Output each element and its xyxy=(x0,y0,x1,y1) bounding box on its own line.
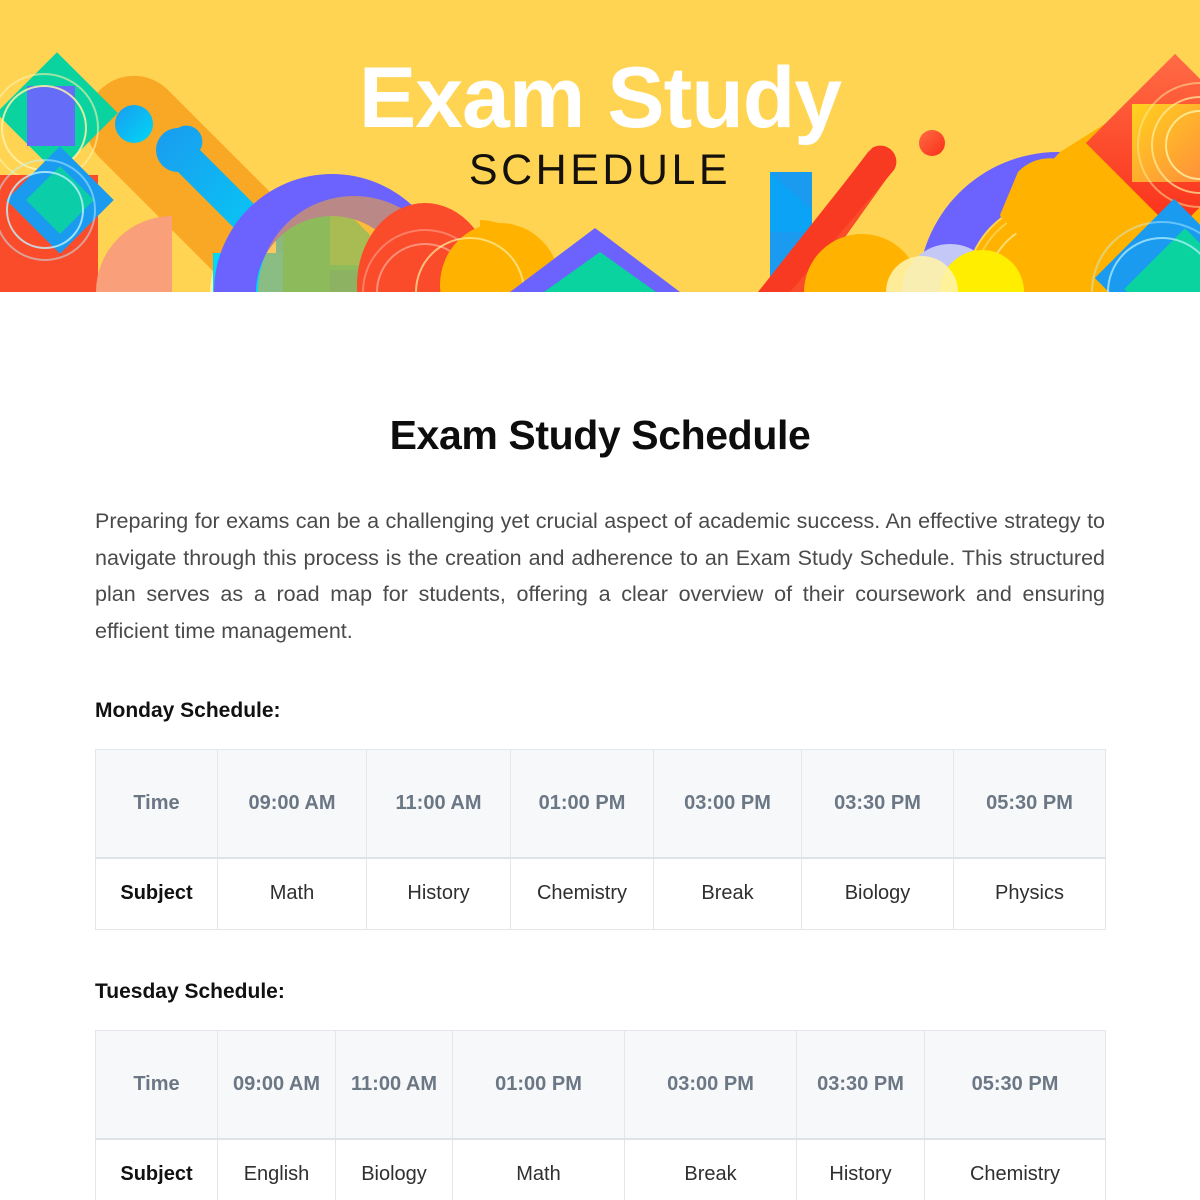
banner-title-group: Exam Study SCHEDULE xyxy=(0,50,1200,195)
time-cell: 11:00 AM xyxy=(335,1030,453,1140)
subject-cell: Math xyxy=(452,1138,625,1200)
time-label-cell: Time xyxy=(95,749,218,859)
table-row-subjects: Subject English Biology Math Break Histo… xyxy=(95,1138,1106,1200)
monday-schedule-heading: Monday Schedule: xyxy=(95,699,281,722)
table-row-times: Time 09:00 AM 11:00 AM 01:00 PM 03:00 PM… xyxy=(95,1030,1106,1140)
subject-cell: Biology xyxy=(335,1138,453,1200)
time-cell: 01:00 PM xyxy=(452,1030,625,1140)
time-cell: 03:00 PM xyxy=(624,1030,797,1140)
time-cell: 11:00 AM xyxy=(366,749,511,859)
document-body: Exam Study Schedule Preparing for exams … xyxy=(0,412,1200,1200)
subject-label-cell: Subject xyxy=(95,1138,218,1200)
banner-title: Exam Study xyxy=(358,50,842,146)
time-label-cell: Time xyxy=(95,1030,218,1140)
subject-cell: Math xyxy=(217,857,367,930)
subject-cell: Chemistry xyxy=(924,1138,1106,1200)
subject-cell: Biology xyxy=(801,857,954,930)
subject-cell: History xyxy=(366,857,511,930)
time-cell: 03:00 PM xyxy=(653,749,802,859)
subject-cell: English xyxy=(217,1138,336,1200)
time-cell: 09:00 AM xyxy=(217,749,367,859)
subject-label-cell: Subject xyxy=(95,857,218,930)
page-title: Exam Study Schedule xyxy=(389,412,811,458)
time-cell: 05:30 PM xyxy=(924,1030,1106,1140)
table-row-subjects: Subject Math History Chemistry Break Bio… xyxy=(95,857,1106,930)
time-cell: 09:00 AM xyxy=(217,1030,336,1140)
monday-schedule-table: Time 09:00 AM 11:00 AM 01:00 PM 03:00 PM… xyxy=(95,749,1106,930)
time-cell: 01:00 PM xyxy=(510,749,654,859)
time-cell: 03:30 PM xyxy=(796,1030,925,1140)
time-cell: 05:30 PM xyxy=(953,749,1106,859)
tuesday-schedule-table: Time 09:00 AM 11:00 AM 01:00 PM 03:00 PM… xyxy=(95,1030,1106,1200)
subject-cell: History xyxy=(796,1138,925,1200)
time-cell: 03:30 PM xyxy=(801,749,954,859)
banner-subtitle: SCHEDULE xyxy=(468,146,732,195)
subject-cell: Chemistry xyxy=(510,857,654,930)
page-banner: Exam Study SCHEDULE xyxy=(0,0,1200,292)
intro-paragraph: Preparing for exams can be a challenging… xyxy=(95,509,1105,643)
tuesday-schedule-heading: Tuesday Schedule: xyxy=(95,980,285,1003)
subject-cell: Break xyxy=(624,1138,797,1200)
subject-cell: Break xyxy=(653,857,802,930)
table-row-times: Time 09:00 AM 11:00 AM 01:00 PM 03:00 PM… xyxy=(95,749,1106,859)
subject-cell: Physics xyxy=(953,857,1106,930)
